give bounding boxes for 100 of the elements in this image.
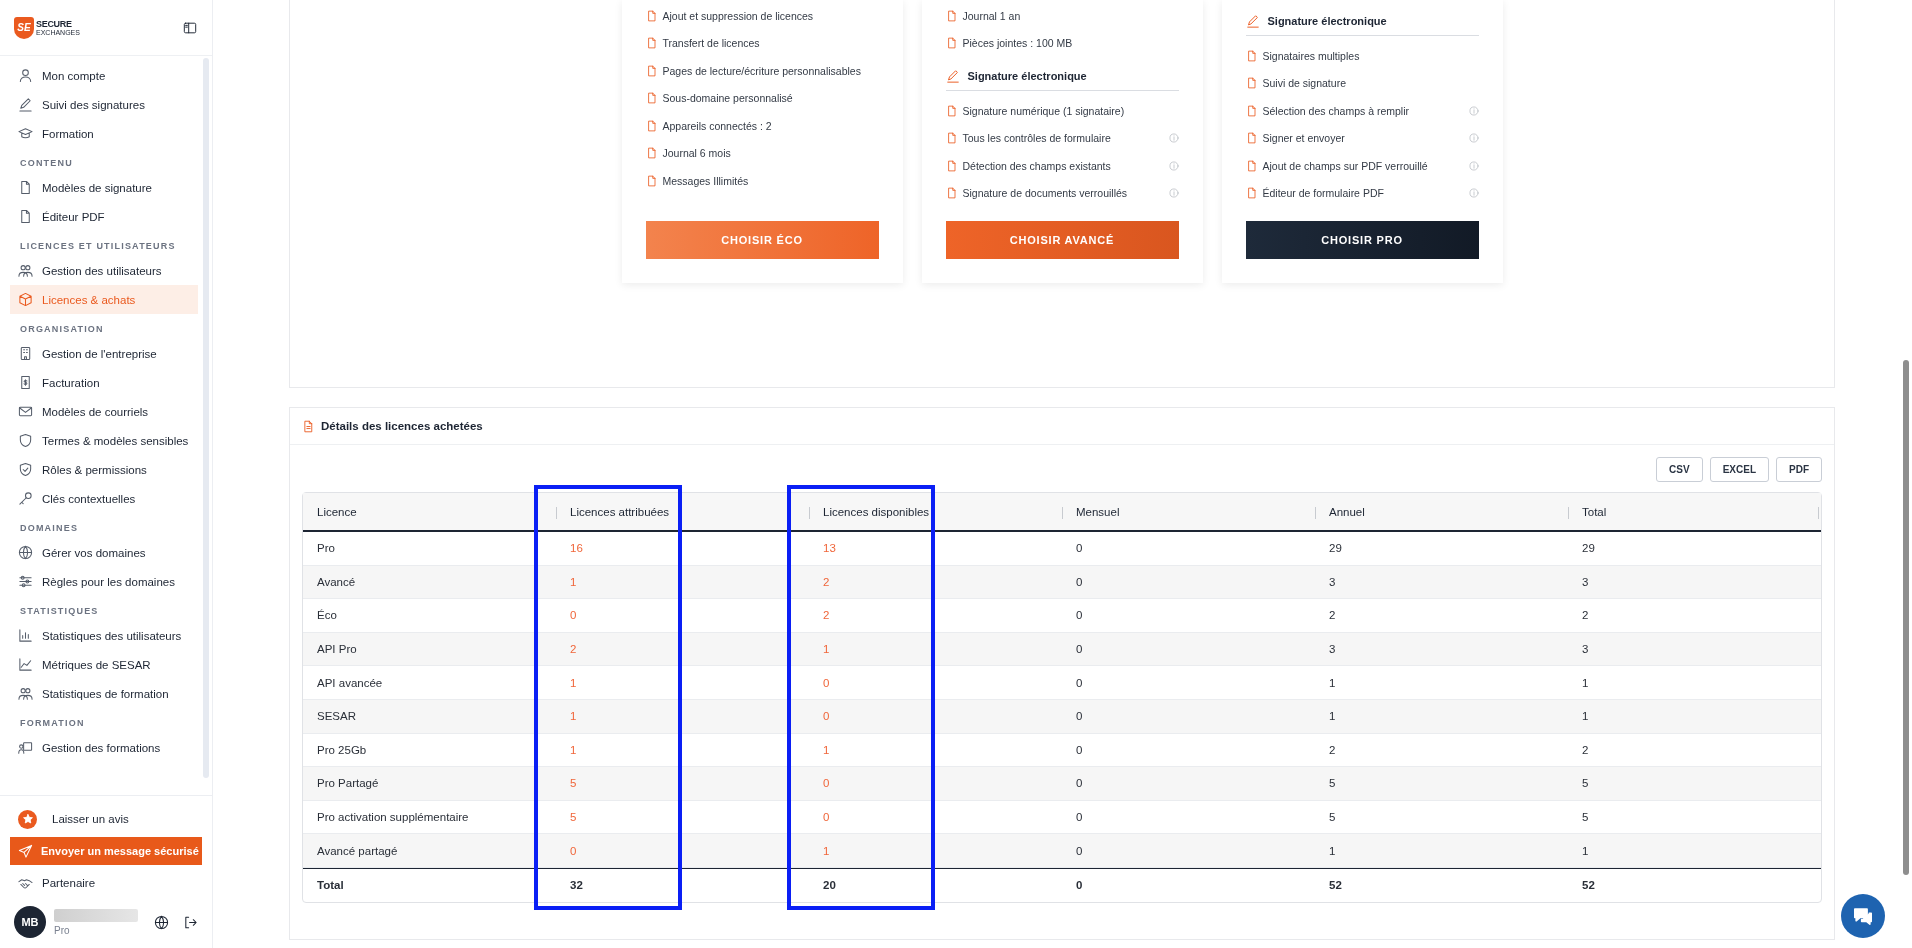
document-icon: [645, 9, 658, 22]
table-cell: 0: [1076, 542, 1083, 555]
sidebar-item[interactable]: Rôles & permissions: [10, 455, 198, 484]
sidebar-item[interactable]: Gestion de l'entreprise: [10, 339, 198, 368]
export-button[interactable]: CSV: [1656, 457, 1703, 482]
section-heading: DOMAINES: [19, 522, 80, 535]
table-cell: 1: [570, 710, 577, 723]
sidebar-item[interactable]: Partenaire: [10, 868, 198, 898]
chat-button[interactable]: [1841, 894, 1885, 938]
document-icon: [645, 37, 658, 50]
column-header[interactable]: Licences disponibles: [823, 505, 930, 518]
table-cell: 0: [570, 609, 577, 622]
sidebar-item[interactable]: Statistiques de formation: [10, 679, 198, 708]
column-header[interactable]: Mensuel: [1076, 505, 1120, 518]
feature-text: Pages de lecture/écriture personnalisables: [662, 64, 862, 77]
table-cell: 0: [823, 676, 830, 689]
table-cell: 1: [1329, 676, 1336, 689]
sliders-icon: [18, 574, 33, 589]
feature-text: Messages Illimités: [662, 174, 750, 187]
sidebar-item[interactable]: Statistiques des utilisateurs: [10, 621, 198, 650]
export-button[interactable]: EXCEL: [1709, 457, 1769, 482]
export-button[interactable]: PDF: [1776, 457, 1822, 482]
table-cell: 29: [1582, 542, 1595, 555]
plan-label: Pro: [54, 924, 71, 936]
feature-text: Journal 1 an: [962, 9, 1022, 22]
document-icon: [1245, 104, 1258, 117]
column-header[interactable]: Licences attribuées: [570, 505, 670, 518]
sidebar-item[interactable]: Éditeur PDF: [10, 202, 198, 231]
scrollbar[interactable]: [1903, 360, 1909, 875]
table-cell: 1: [1582, 710, 1589, 723]
sidebar-item[interactable]: Termes & modèles sensibles: [10, 426, 198, 455]
person-icon: [18, 68, 33, 83]
feature-text: Signature numérique (1 signataire): [962, 104, 1126, 117]
table-cell: 0: [1076, 710, 1083, 723]
sidebar-item[interactable]: Métriques de SESAR: [10, 650, 198, 679]
table-cell: Pro: [317, 542, 335, 555]
sidebar-item[interactable]: Mon compte: [10, 61, 198, 90]
table-cell: 0: [1076, 844, 1083, 857]
document-icon: [945, 159, 958, 172]
panel-title: Détails des licences achetées: [321, 420, 483, 432]
sidebar-toggle-icon[interactable]: [182, 20, 198, 35]
sidebar-item[interactable]: Gestion des formations: [10, 733, 198, 762]
send-message-button[interactable]: Envoyer un message sécurisé: [10, 837, 202, 865]
document-icon: [945, 104, 958, 117]
column-header[interactable]: Total: [1582, 505, 1607, 518]
section-heading: LICENCES ET UTILISATEURS: [19, 240, 177, 253]
sidebar-item[interactable]: Clés contextuelles: [10, 484, 198, 513]
bar-chart-icon: [18, 628, 33, 643]
table-cell: 1: [570, 743, 577, 756]
sidebar-item[interactable]: Facturation: [10, 368, 198, 397]
envelope-icon: [18, 404, 33, 419]
table-cell: 13: [823, 542, 836, 555]
document-icon: [1245, 187, 1258, 200]
document-icon: [945, 187, 958, 200]
sidebar-item[interactable]: Gérer vos domaines: [10, 538, 198, 567]
table-cell: 3: [1582, 643, 1589, 656]
shield-check-icon: [18, 462, 33, 477]
sidebar-item[interactable]: Modèles de signature: [10, 173, 198, 202]
shield-icon: [18, 433, 33, 448]
table-cell: 5: [1582, 777, 1589, 790]
users-icon: [18, 686, 33, 701]
column-header[interactable]: Licence: [317, 505, 357, 518]
scrollbar[interactable]: [203, 58, 209, 778]
choose-plan-button[interactable]: CHOISIR PRO: [1245, 221, 1479, 259]
feature-text: Détection des champs existants: [962, 159, 1112, 172]
review-link[interactable]: Laisser un avis: [10, 804, 198, 834]
column-header[interactable]: Annuel: [1329, 505, 1365, 518]
table-cell: 1: [1582, 676, 1589, 689]
document-icon: [1245, 159, 1258, 172]
section-heading: FORMATION: [19, 717, 86, 730]
sidebar-item[interactable]: Modèles de courriels: [10, 397, 198, 426]
logout-icon[interactable]: [183, 914, 198, 930]
document-icon: [945, 37, 958, 50]
sidebar-item[interactable]: Formation: [10, 119, 198, 148]
table-cell: 3: [1329, 643, 1336, 656]
table-cell: 0: [570, 844, 577, 857]
table-cell: 1: [823, 643, 830, 656]
globe-icon[interactable]: [154, 914, 169, 930]
document-icon: [1245, 132, 1258, 145]
sidebar-item[interactable]: Suivi des signatures: [10, 90, 198, 119]
table-cell: 0: [1076, 879, 1083, 892]
feature-text: Signataires multiples: [1262, 49, 1361, 62]
graduation-cap-icon: [18, 126, 33, 141]
document-icon: [18, 180, 33, 195]
table-cell: 0: [823, 710, 830, 723]
document-icon: [18, 209, 33, 224]
document-icon: [1245, 49, 1258, 62]
document-icon: [945, 9, 958, 22]
chat-icon: [1852, 905, 1874, 927]
table-cell: Pro 25Gb: [317, 743, 367, 756]
feature-text: Ajout et suppression de licences: [662, 9, 815, 22]
table-cell: 1: [1329, 710, 1336, 723]
document-icon: [302, 419, 315, 433]
table-cell: 0: [1076, 676, 1083, 689]
table-cell: 5: [570, 777, 577, 790]
feature-text: Sélection des champs à remplir: [1262, 104, 1410, 117]
sidebar-item[interactable]: Règles pour les domaines: [10, 567, 198, 596]
document-icon: [645, 64, 658, 77]
sidebar-item[interactable]: Gestion des utilisateurs: [10, 256, 198, 285]
choose-plan-button[interactable]: CHOISIR AVANCÉ: [945, 221, 1179, 259]
